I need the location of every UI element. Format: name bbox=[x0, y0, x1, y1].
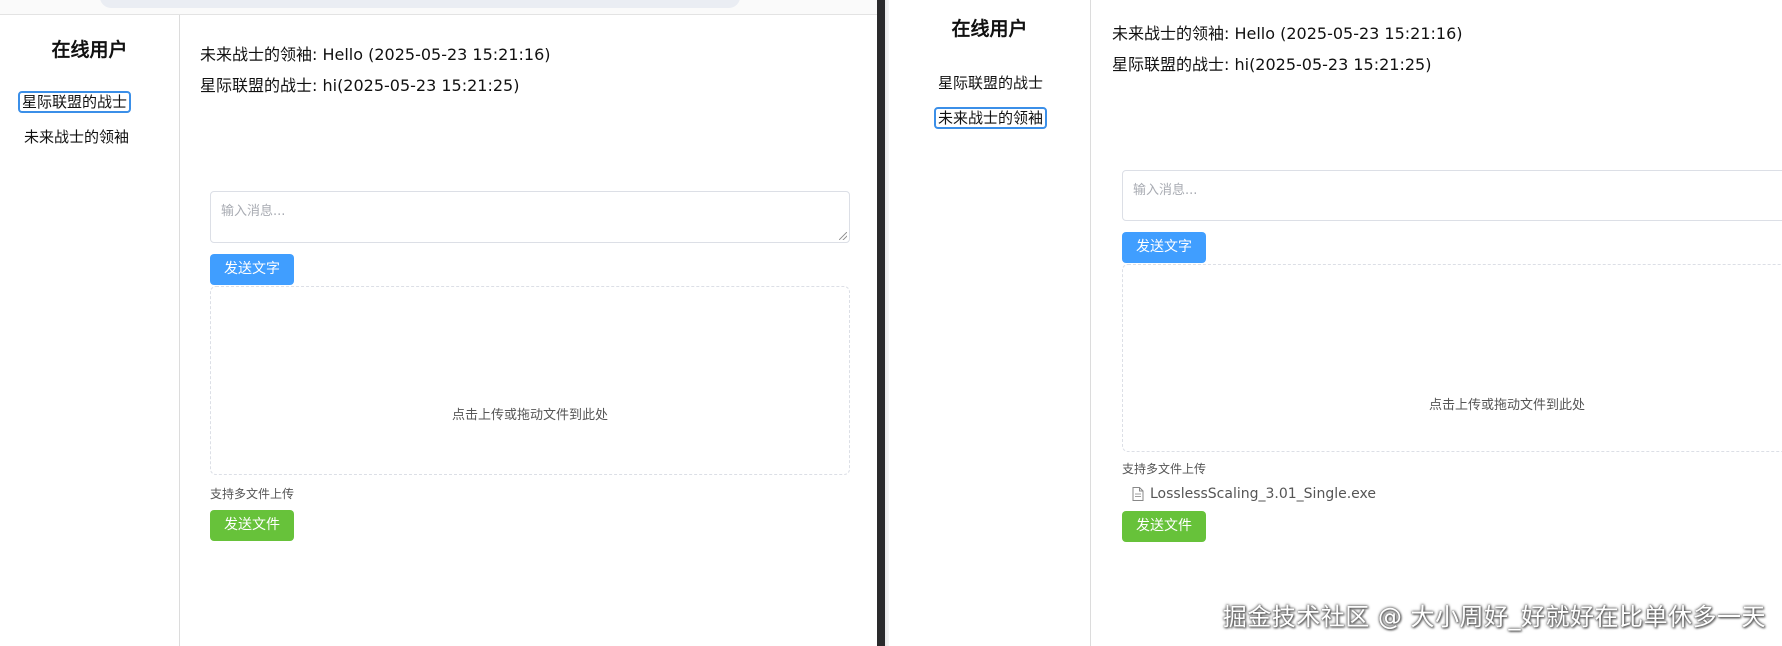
send-text-button[interactable]: 发送文字 bbox=[210, 254, 294, 285]
chat-area: 未来战士的领袖: Hello (2025-05-23 15:21:16) 星际联… bbox=[180, 15, 877, 646]
chat-message: 未来战士的领袖: Hello (2025-05-23 15:21:16) bbox=[1112, 24, 1463, 43]
online-users-sidebar: 在线用户 星际联盟的战士 未来战士的领袖 bbox=[889, 0, 1091, 646]
send-file-button[interactable]: 发送文件 bbox=[1122, 511, 1206, 542]
sidebar-title: 在线用户 bbox=[51, 39, 128, 61]
user-item[interactable]: 星际联盟的战士 bbox=[934, 72, 1047, 94]
upload-file-name: LosslessScaling_3.01_Single.exe bbox=[1150, 486, 1376, 502]
message-input[interactable]: 输入消息... bbox=[210, 191, 850, 243]
upload-tip: 支持多文件上传 bbox=[210, 487, 295, 501]
chat-message: 星际联盟的战士: hi(2025-05-23 15:21:25) bbox=[1112, 55, 1432, 74]
dropzone-hint: 点击上传或拖动文件到此处 bbox=[451, 407, 608, 423]
browser-topbar bbox=[0, 0, 877, 15]
user-item[interactable]: 未来战士的领袖 bbox=[20, 126, 133, 148]
send-file-button[interactable]: 发送文件 bbox=[210, 510, 294, 541]
upload-tip: 支持多文件上传 bbox=[1122, 462, 1207, 476]
sidebar-title: 在线用户 bbox=[951, 18, 1028, 40]
upload-file-item[interactable]: LosslessScaling_3.01_Single.exe bbox=[1132, 486, 1376, 502]
watermark: 掘金技术社区 @ 大小周好_好就好在比单休多一天 bbox=[1222, 603, 1766, 631]
address-bar[interactable] bbox=[100, 0, 740, 8]
chat-message: 星际联盟的战士: hi(2025-05-23 15:21:25) bbox=[200, 76, 520, 95]
document-icon bbox=[1132, 487, 1144, 501]
dropzone-hint: 点击上传或拖动文件到此处 bbox=[1428, 397, 1585, 413]
window-divider bbox=[877, 0, 889, 646]
file-dropzone[interactable]: 点击上传或拖动文件到此处 bbox=[1122, 264, 1782, 452]
user-item-active[interactable]: 未来战士的领袖 bbox=[934, 107, 1048, 129]
online-users-sidebar: 在线用户 星际联盟的战士 未来战士的领袖 bbox=[0, 15, 180, 646]
screenshot: 在线用户 星际联盟的战士 未来战士的领袖 未来战士的领袖: Hello (202… bbox=[0, 0, 1782, 646]
file-dropzone[interactable]: 点击上传或拖动文件到此处 bbox=[210, 286, 850, 475]
left-chat-window: 在线用户 星际联盟的战士 未来战士的领袖 未来战士的领袖: Hello (202… bbox=[0, 0, 877, 646]
send-text-button[interactable]: 发送文字 bbox=[1122, 232, 1206, 263]
resize-grip[interactable] bbox=[839, 232, 847, 240]
chat-message: 未来战士的领袖: Hello (2025-05-23 15:21:16) bbox=[200, 45, 551, 64]
message-input[interactable]: 输入消息... bbox=[1122, 170, 1782, 221]
message-input-placeholder: 输入消息... bbox=[1133, 183, 1198, 198]
right-chat-window: 在线用户 星际联盟的战士 未来战士的领袖 未来战士的领袖: Hello (202… bbox=[889, 0, 1782, 646]
user-item-active[interactable]: 星际联盟的战士 bbox=[18, 91, 132, 113]
chat-area: 未来战士的领袖: Hello (2025-05-23 15:21:16) 星际联… bbox=[1092, 0, 1782, 646]
message-input-placeholder: 输入消息... bbox=[221, 204, 286, 219]
